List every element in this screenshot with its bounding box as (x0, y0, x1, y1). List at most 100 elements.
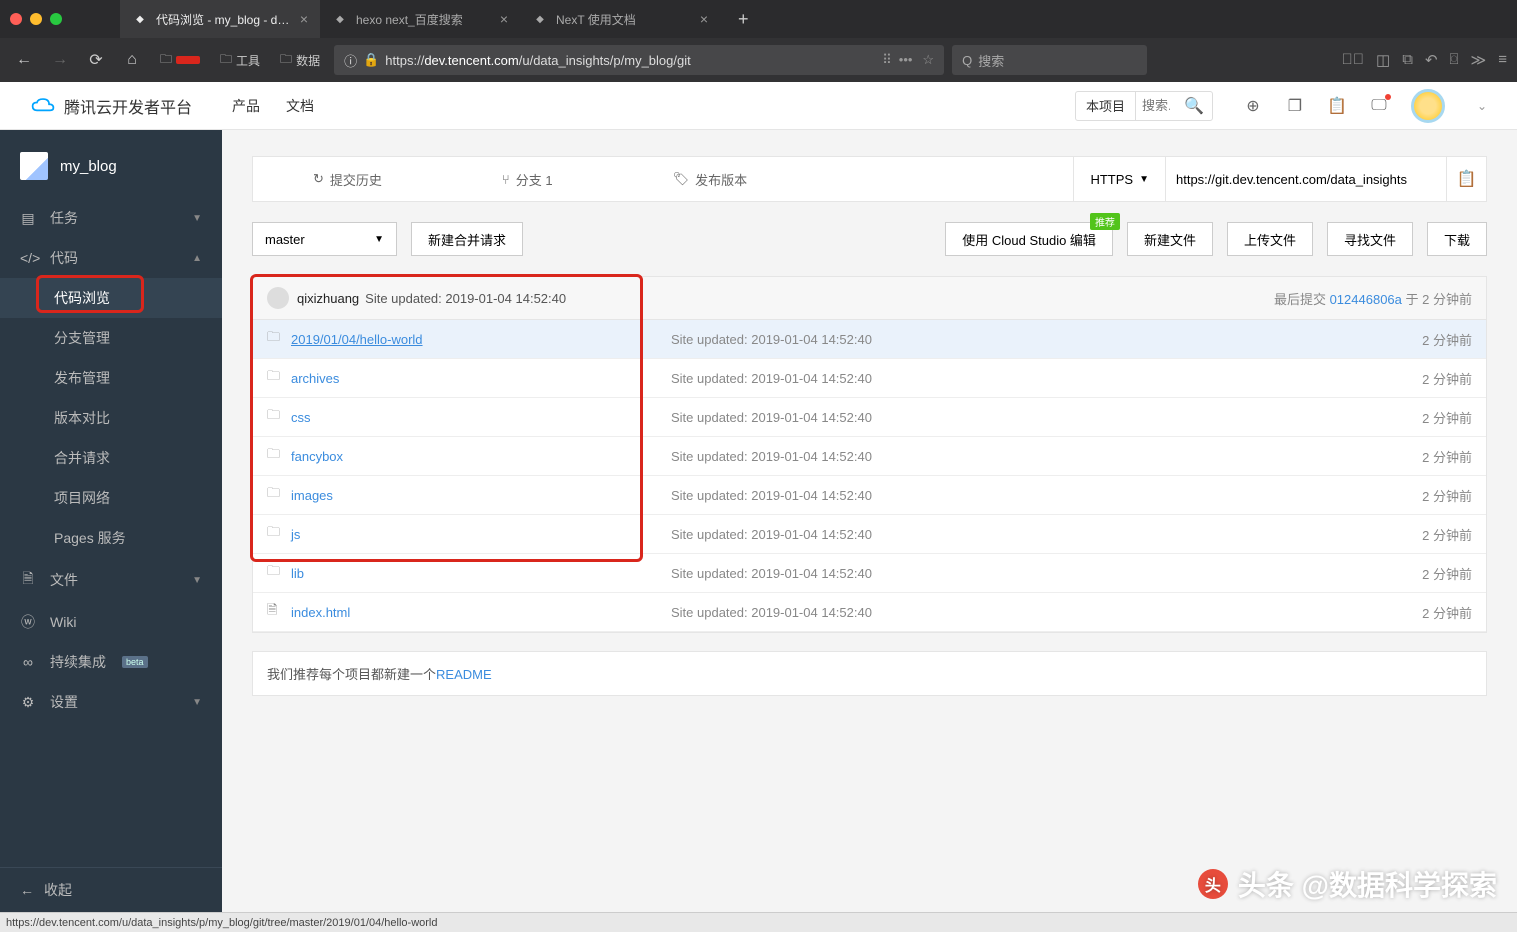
bookmark-star-icon[interactable]: ☆ (922, 52, 934, 68)
user-avatar[interactable] (1411, 89, 1445, 123)
commit-author[interactable]: qixizhuang (297, 291, 359, 306)
close-window[interactable] (10, 13, 22, 25)
file-time: 2 分钟前 (1422, 525, 1472, 544)
header-search[interactable]: 本项目 🔍 (1075, 91, 1213, 121)
back-button[interactable]: ← (10, 46, 38, 74)
tab-title: NexT 使用文档 (556, 11, 692, 28)
sidebar-sub-item[interactable]: 代码浏览 (0, 278, 222, 318)
bookmark-folder-red[interactable]: 🗀 (154, 48, 206, 73)
undo-icon[interactable]: ↶ (1425, 51, 1438, 69)
copy-icon[interactable]: ❐ (1285, 96, 1305, 116)
browser-search-box[interactable]: Q 搜索 (952, 45, 1147, 75)
browser-tab[interactable]: ◆NexT 使用文档× (520, 0, 720, 38)
search-icon[interactable]: 🔍 (1176, 96, 1212, 116)
sidebar-item-ci[interactable]: ∞ 持续集成 beta (0, 642, 222, 682)
browser-tab[interactable]: ◆hexo next_百度搜索× (320, 0, 520, 38)
home-button[interactable]: ⌂ (118, 46, 146, 74)
sidebar-sub-item[interactable]: 发布管理 (0, 358, 222, 398)
file-name[interactable]: lib (291, 566, 671, 581)
search-input[interactable] (1136, 98, 1176, 113)
file-row[interactable]: 🗀cssSite updated: 2019-01-04 14:52:402 分… (253, 398, 1486, 437)
tab-branches[interactable]: ⑂分支 1 (442, 157, 613, 201)
new-tab-button[interactable]: + (728, 9, 759, 30)
maximize-window[interactable] (50, 13, 62, 25)
file-commit-msg: Site updated: 2019-01-04 14:52:40 (671, 527, 1422, 542)
file-row[interactable]: 🗀fancyboxSite updated: 2019-01-04 14:52:… (253, 437, 1486, 476)
reload-button[interactable]: ⟳ (82, 46, 110, 74)
file-name[interactable]: css (291, 410, 671, 425)
forward-button[interactable]: → (46, 46, 74, 74)
bookmark-data[interactable]: 🗀数据 (274, 48, 326, 73)
tag-icon: 🏷 (673, 171, 690, 187)
screenshot-icon[interactable]: ⧉ (1402, 51, 1413, 69)
overflow-menu-icon[interactable]: ≫ (1471, 51, 1487, 69)
sidebar-item-tasks[interactable]: ▤ 任务 ▼ (0, 198, 222, 238)
tab-close-icon[interactable]: × (300, 11, 308, 27)
file-name[interactable]: index.html (291, 605, 671, 620)
new-file-button[interactable]: 新建文件 (1127, 222, 1213, 256)
sidebar-item-code[interactable]: </> 代码 ▲ (0, 238, 222, 278)
file-row[interactable]: 🗀archivesSite updated: 2019-01-04 14:52:… (253, 359, 1486, 398)
file-name[interactable]: fancybox (291, 449, 671, 464)
sidebar-sub-item[interactable]: 版本对比 (0, 398, 222, 438)
sidebar-toggle-icon[interactable]: ◫ (1376, 51, 1390, 69)
sidebar-sub-item[interactable]: 项目网络 (0, 478, 222, 518)
page-actions-icon[interactable]: ••• (899, 52, 913, 68)
notification-icon[interactable]: 🖵 (1369, 96, 1389, 116)
browser-tab[interactable]: ◆代码浏览 - my_blog - data_insi× (120, 0, 320, 38)
file-row[interactable]: 🗀2019/01/04/hello-worldSite updated: 201… (253, 320, 1486, 359)
tab-releases[interactable]: 🏷发布版本 (613, 157, 808, 201)
file-name[interactable]: images (291, 488, 671, 503)
copy-clone-url[interactable]: 📋 (1446, 157, 1486, 201)
browser-toolbar: ← → ⟳ ⌂ 🗀 🗀工具 🗀数据 ⓘ 🔒 https://dev.tencen… (0, 38, 1517, 82)
minimize-window[interactable] (30, 13, 42, 25)
file-name[interactable]: 2019/01/04/hello-world (291, 332, 671, 347)
search-scope[interactable]: 本项目 (1076, 92, 1136, 120)
sidebar-collapse[interactable]: ← 收起 (0, 867, 222, 912)
file-name[interactable]: js (291, 527, 671, 542)
sidebar-sub-item[interactable]: 合并请求 (0, 438, 222, 478)
tab-favicon: ◆ (132, 11, 148, 27)
reader-icon[interactable]: ⠿ (882, 52, 889, 68)
sidebar-item-files[interactable]: 🗎 文件 ▼ (0, 558, 222, 602)
pocket-icon[interactable]: ⌼ (1450, 51, 1459, 69)
sidebar-sub-item[interactable]: Pages 服务 (0, 518, 222, 558)
file-row[interactable]: 🗀jsSite updated: 2019-01-04 14:52:402 分钟… (253, 515, 1486, 554)
hamburger-menu-icon[interactable]: ≡ (1498, 51, 1507, 69)
find-file-button[interactable]: 寻找文件 (1327, 222, 1413, 256)
add-icon[interactable]: ⊕ (1243, 96, 1263, 116)
file-row[interactable]: 🗀libSite updated: 2019-01-04 14:52:402 分… (253, 554, 1486, 593)
browser-chrome: ◆代码浏览 - my_blog - data_insi×◆hexo next_百… (0, 0, 1517, 82)
new-mr-button[interactable]: 新建合并请求 (411, 222, 523, 256)
bookmark-tools[interactable]: 🗀工具 (214, 48, 266, 73)
clone-protocol[interactable]: HTTPS▼ (1074, 157, 1166, 201)
file-name[interactable]: archives (291, 371, 671, 386)
tab-close-icon[interactable]: × (700, 11, 708, 27)
brand-logo[interactable]: 腾讯云开发者平台 (30, 94, 192, 118)
commit-sha[interactable]: 012446806a (1330, 292, 1402, 307)
commit-author-avatar[interactable] (267, 287, 289, 309)
clipboard-icon[interactable]: 📋 (1327, 96, 1347, 116)
url-bar[interactable]: ⓘ 🔒 https://dev.tencent.com/u/data_insig… (334, 45, 944, 75)
sidebar: my_blog ▤ 任务 ▼ </> 代码 ▲ 代码浏览分支管理发布管理版本对比… (0, 130, 222, 912)
site-info-icon[interactable]: ⓘ (344, 51, 357, 70)
upload-file-button[interactable]: 上传文件 (1227, 222, 1313, 256)
sidebar-sub-item[interactable]: 分支管理 (0, 318, 222, 358)
download-button[interactable]: 下载 (1427, 222, 1487, 256)
sidebar-item-settings[interactable]: ⚙ 设置 ▼ (0, 682, 222, 722)
readme-link[interactable]: README (436, 667, 492, 682)
clone-url-input[interactable] (1166, 157, 1446, 201)
nav-docs[interactable]: 文档 (286, 96, 314, 116)
customize-icon[interactable]: ✓⃝ (1342, 51, 1365, 69)
user-menu-caret[interactable]: ⌄ (1477, 99, 1487, 113)
project-name[interactable]: my_blog (0, 142, 222, 198)
tab-close-icon[interactable]: × (500, 11, 508, 27)
file-row[interactable]: 🗎index.htmlSite updated: 2019-01-04 14:5… (253, 593, 1486, 632)
file-row[interactable]: 🗀imagesSite updated: 2019-01-04 14:52:40… (253, 476, 1486, 515)
branch-select[interactable]: master▼ (252, 222, 397, 256)
sidebar-item-wiki[interactable]: ⓦ Wiki (0, 602, 222, 642)
tab-favicon: ◆ (332, 11, 348, 27)
nav-product[interactable]: 产品 (232, 96, 260, 116)
tab-commits[interactable]: ↻提交历史 (253, 157, 442, 201)
cloud-studio-button[interactable]: 使用 Cloud Studio 编辑推荐 (945, 222, 1113, 256)
